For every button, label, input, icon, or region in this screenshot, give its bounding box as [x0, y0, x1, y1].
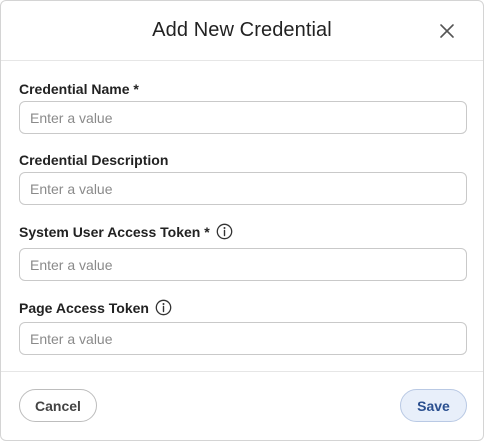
close-icon[interactable]: [437, 21, 457, 41]
page-access-token-input[interactable]: [19, 322, 467, 355]
info-icon[interactable]: [155, 299, 172, 316]
system-user-access-token-input[interactable]: [19, 248, 467, 281]
page-access-token-label: Page Access Token: [19, 299, 172, 316]
credential-description-label: Credential Description: [19, 152, 168, 168]
system-user-access-token-label-text: System User Access Token *: [19, 223, 210, 240]
system-user-access-token-label: System User Access Token *: [19, 223, 233, 240]
credential-name-label: Credential Name *: [19, 81, 139, 97]
info-icon[interactable]: [216, 223, 233, 240]
cancel-button[interactable]: Cancel: [19, 389, 97, 422]
dialog-title: Add New Credential: [152, 19, 332, 41]
dialog-header: Add New Credential: [1, 1, 483, 61]
credential-name-input[interactable]: [19, 101, 467, 134]
page-access-token-label-text: Page Access Token: [19, 299, 149, 316]
save-button[interactable]: Save: [400, 389, 467, 422]
credential-name-label-text: Credential Name *: [19, 81, 139, 97]
credential-description-label-text: Credential Description: [19, 152, 169, 168]
add-credential-dialog: Add New Credential Credential Name * Cre…: [0, 0, 484, 441]
credential-description-input[interactable]: [19, 172, 467, 205]
